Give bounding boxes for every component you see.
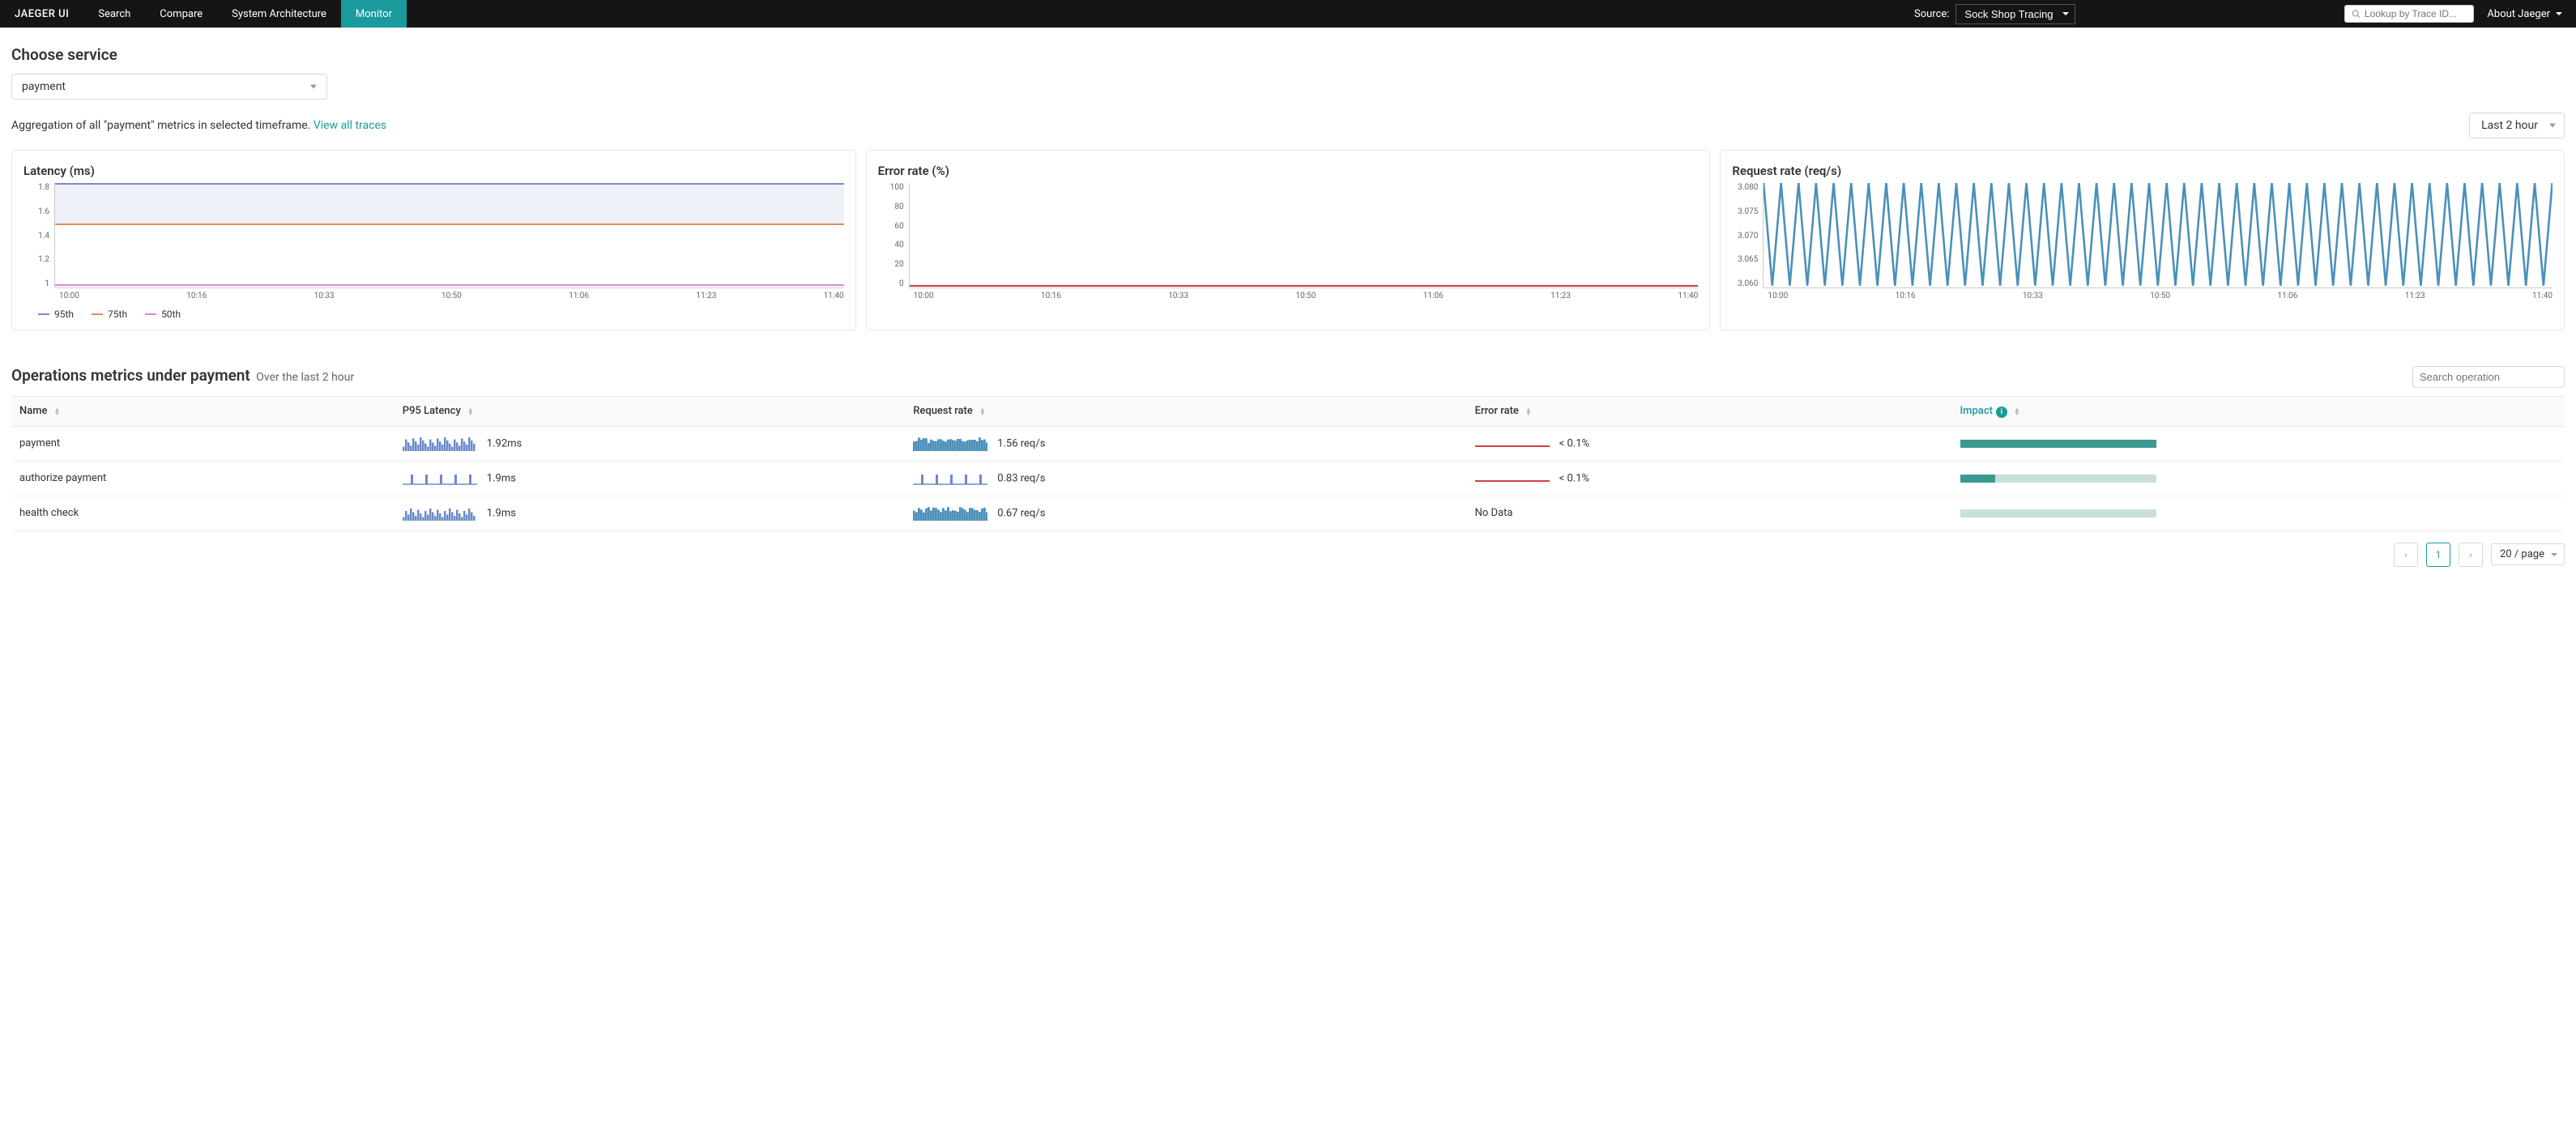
latency-y-axis: 1.8 1.6 1.4 1.2 1 bbox=[23, 183, 54, 288]
about-menu[interactable]: About Jaeger bbox=[2474, 8, 2576, 20]
cell-impact bbox=[1952, 461, 2565, 496]
choose-service-title: Choose service bbox=[11, 45, 2565, 64]
cell-name: health check bbox=[11, 496, 395, 530]
request-body: 3.080 3.075 3.070 3.065 3.060 bbox=[1732, 183, 2553, 288]
cell-impact bbox=[1952, 426, 2565, 461]
source-selector: Source: Sock Shop Tracing bbox=[1914, 4, 2085, 24]
prev-page-button[interactable]: ‹ bbox=[2394, 543, 2418, 567]
cell-p95: 1.9ms bbox=[395, 461, 905, 496]
aggregation-text: Aggregation of all "payment" metrics in … bbox=[11, 119, 386, 132]
cell-err: No Data bbox=[1467, 496, 1952, 530]
latency-plot bbox=[54, 183, 844, 288]
legend-50th: 50th bbox=[145, 309, 181, 320]
latency-legend: 95th 75th 50th bbox=[23, 309, 844, 320]
sort-icon: ▲▼ bbox=[467, 407, 474, 415]
cell-name: payment bbox=[11, 426, 395, 461]
cell-impact bbox=[1952, 496, 2565, 530]
info-icon: i bbox=[1996, 407, 2007, 418]
sort-icon: ▲▼ bbox=[2014, 407, 2020, 415]
cell-req: 1.56 req/s bbox=[905, 426, 1466, 461]
brand: JAEGER UI bbox=[0, 8, 83, 20]
main-content: Choose service payment Aggregation of al… bbox=[0, 28, 2576, 585]
view-all-traces-link[interactable]: View all traces bbox=[313, 119, 386, 132]
operation-search[interactable] bbox=[2412, 366, 2565, 388]
service-select-value: payment bbox=[22, 80, 66, 93]
page-1-button[interactable]: 1 bbox=[2426, 543, 2450, 567]
latency-body: 1.8 1.6 1.4 1.2 1 bbox=[23, 183, 844, 288]
table-row[interactable]: health check1.9ms0.67 req/sNo Data bbox=[11, 496, 2565, 530]
request-chart: Request rate (req/s) 3.080 3.075 3.070 3… bbox=[1720, 150, 2565, 330]
top-nav: JAEGER UI Search Compare System Architec… bbox=[0, 0, 2576, 28]
source-select[interactable]: Sock Shop Tracing bbox=[1955, 4, 2075, 24]
chevron-down-icon bbox=[2555, 10, 2563, 18]
nav-item-monitor[interactable]: Monitor bbox=[341, 0, 407, 28]
operations-subtitle: Over the last 2 hour bbox=[256, 371, 354, 384]
source-label: Source: bbox=[1914, 8, 1949, 20]
col-p95[interactable]: P95 Latency▲▼ bbox=[395, 397, 905, 427]
col-impact[interactable]: Impacti▲▼ bbox=[1952, 397, 2565, 427]
operation-search-input[interactable] bbox=[2420, 371, 2562, 383]
table-header-row: Name▲▼ P95 Latency▲▼ Request rate▲▼ Erro… bbox=[11, 397, 2565, 427]
service-select[interactable]: payment bbox=[11, 74, 327, 100]
timeframe-value: Last 2 hour bbox=[2481, 119, 2538, 132]
error-y-axis: 100 80 60 40 20 0 bbox=[878, 183, 909, 288]
request-plot bbox=[1763, 183, 2553, 288]
cell-req: 0.67 req/s bbox=[905, 496, 1466, 530]
cell-name: authorize payment bbox=[11, 461, 395, 496]
nav-item-architecture[interactable]: System Architecture bbox=[217, 0, 341, 28]
error-body: 100 80 60 40 20 0 bbox=[878, 183, 1699, 288]
legend-75th: 75th bbox=[92, 309, 127, 320]
error-title: Error rate (%) bbox=[878, 164, 1699, 178]
timeframe-select[interactable]: Last 2 hour bbox=[2469, 113, 2565, 138]
operations-table: Name▲▼ P95 Latency▲▼ Request rate▲▼ Erro… bbox=[11, 396, 2565, 531]
nav-item-search[interactable]: Search bbox=[83, 0, 145, 28]
operations-title-wrap: Operations metrics under payment Over th… bbox=[11, 366, 354, 385]
operations-header: Operations metrics under payment Over th… bbox=[11, 366, 2565, 388]
latency-x-axis: 10:0010:1610:3310:5011:0611:2311:40 bbox=[23, 292, 844, 300]
request-x-axis: 10:0010:1610:3310:5011:0611:2311:40 bbox=[1732, 292, 2553, 300]
nav-item-compare[interactable]: Compare bbox=[145, 0, 217, 28]
sort-icon: ▲▼ bbox=[54, 407, 61, 415]
page-size-select[interactable]: 20 / page bbox=[2491, 543, 2565, 565]
col-req[interactable]: Request rate▲▼ bbox=[905, 397, 1466, 427]
request-title: Request rate (req/s) bbox=[1732, 164, 2553, 178]
cell-p95: 1.9ms bbox=[395, 496, 905, 530]
error-plot bbox=[909, 183, 1699, 288]
trace-lookup[interactable] bbox=[2344, 5, 2474, 23]
sort-icon: ▲▼ bbox=[1525, 407, 1532, 415]
error-x-axis: 10:0010:1610:3310:5011:0611:2311:40 bbox=[878, 292, 1699, 300]
source-dropdown[interactable]: Sock Shop Tracing bbox=[1955, 4, 2075, 24]
legend-95th: 95th bbox=[38, 309, 74, 320]
search-icon bbox=[2352, 9, 2361, 19]
charts-row: Latency (ms) 1.8 1.6 1.4 1.2 1 10:0010:1… bbox=[11, 150, 2565, 330]
latency-chart: Latency (ms) 1.8 1.6 1.4 1.2 1 10:0010:1… bbox=[11, 150, 856, 330]
operations-title: Operations metrics under payment bbox=[11, 366, 250, 385]
col-err[interactable]: Error rate▲▼ bbox=[1467, 397, 1952, 427]
col-name[interactable]: Name▲▼ bbox=[11, 397, 395, 427]
cell-p95: 1.92ms bbox=[395, 426, 905, 461]
page-size-value: 20 / page bbox=[2500, 548, 2544, 560]
trace-lookup-input[interactable] bbox=[2365, 8, 2467, 19]
cell-err: < 0.1% bbox=[1467, 426, 1952, 461]
aggregation-row: Aggregation of all "payment" metrics in … bbox=[11, 113, 2565, 138]
table-row[interactable]: authorize payment1.9ms0.83 req/s< 0.1% bbox=[11, 461, 2565, 496]
error-chart: Error rate (%) 100 80 60 40 20 0 10:0010… bbox=[866, 150, 1711, 330]
cell-err: < 0.1% bbox=[1467, 461, 1952, 496]
latency-title: Latency (ms) bbox=[23, 164, 844, 178]
table-row[interactable]: payment1.92ms1.56 req/s< 0.1% bbox=[11, 426, 2565, 461]
next-page-button[interactable]: › bbox=[2459, 543, 2483, 567]
sort-icon: ▲▼ bbox=[979, 407, 986, 415]
aggregation-desc: Aggregation of all "payment" metrics in … bbox=[11, 119, 313, 132]
pagination: ‹ 1 › 20 / page bbox=[11, 543, 2565, 567]
request-y-axis: 3.080 3.075 3.070 3.065 3.060 bbox=[1732, 183, 1763, 288]
about-label: About Jaeger bbox=[2487, 8, 2550, 20]
cell-req: 0.83 req/s bbox=[905, 461, 1466, 496]
